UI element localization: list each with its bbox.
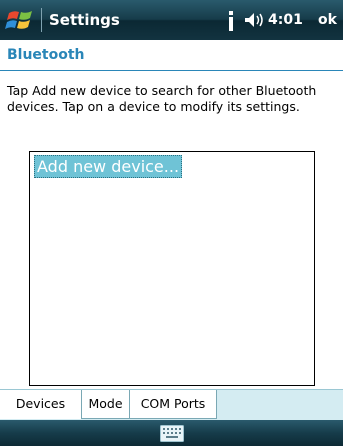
clock[interactable]: 4:01 [268, 10, 303, 30]
add-new-device-item[interactable]: Add new device... [34, 155, 183, 178]
page-header: Bluetooth [0, 40, 343, 72]
keyboard-icon[interactable] [160, 425, 184, 442]
header-divider [0, 70, 343, 71]
softkey-bar [0, 420, 343, 446]
title-bar: Settings 4:01 ok [0, 0, 343, 40]
instruction-text: Tap Add new device to search for other B… [7, 83, 317, 114]
tab-strip: Devices Mode COM Ports [0, 389, 343, 420]
device-list[interactable]: Add new device... [29, 151, 315, 386]
ok-button[interactable]: ok [318, 10, 337, 30]
tab-com-ports[interactable]: COM Ports [130, 390, 217, 419]
connectivity-icon[interactable] [226, 11, 236, 31]
tab-mode[interactable]: Mode [82, 390, 130, 419]
windows-flag-icon[interactable] [4, 4, 36, 36]
app-title: Settings [49, 11, 120, 29]
page-title: Bluetooth [7, 47, 85, 63]
screen: Settings 4:01 ok Bluetooth Tap Add new d… [0, 0, 343, 446]
speaker-icon[interactable] [244, 12, 266, 28]
title-divider [41, 8, 42, 32]
tab-devices[interactable]: Devices [0, 390, 82, 419]
